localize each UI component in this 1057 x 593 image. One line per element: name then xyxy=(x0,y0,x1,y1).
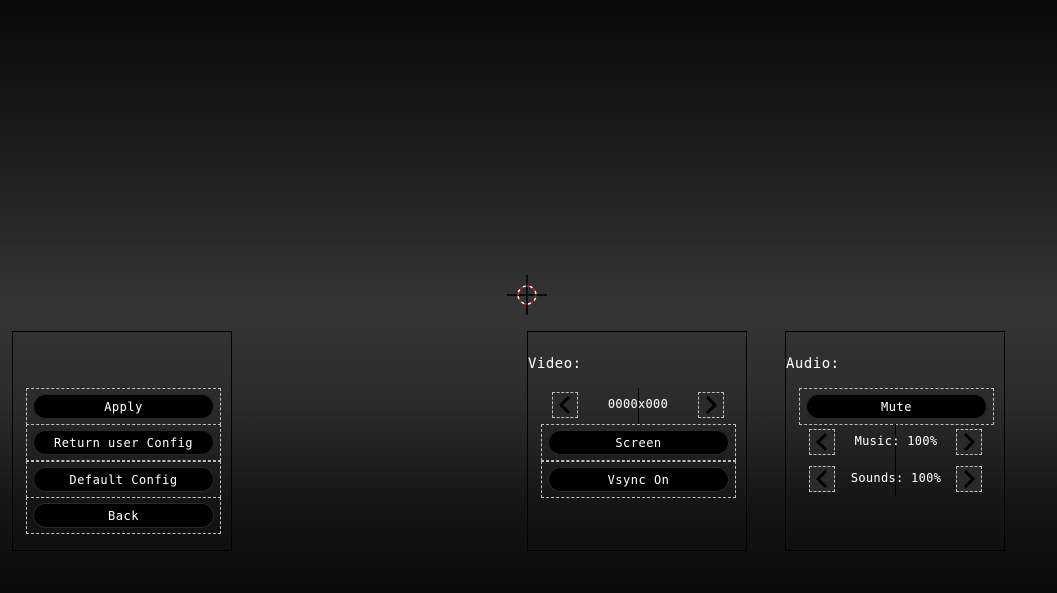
crosshair-icon xyxy=(507,275,547,315)
audio-title: Audio: xyxy=(786,356,840,372)
chevron-right-icon xyxy=(705,395,718,415)
chevron-right-icon xyxy=(963,469,976,489)
chevron-left-icon xyxy=(558,395,571,415)
resolution-prev-button[interactable] xyxy=(552,392,578,418)
config-panel: Apply Return user Config Default Config … xyxy=(12,331,232,551)
mute-row: Mute xyxy=(799,388,994,425)
back-row: Back xyxy=(26,497,221,534)
music-down-button[interactable] xyxy=(809,429,835,455)
audio-panel: Audio: Mute Music: 100% Sounds: 100% xyxy=(785,331,1005,551)
apply-row: Apply xyxy=(26,388,221,425)
screen-mode-button[interactable]: Screen xyxy=(548,430,729,455)
chevron-left-icon xyxy=(815,469,828,489)
mute-button[interactable]: Mute xyxy=(806,394,987,419)
sounds-up-button[interactable] xyxy=(956,466,982,492)
default-config-button[interactable]: Default Config xyxy=(33,467,214,492)
apply-button[interactable]: Apply xyxy=(33,394,214,419)
back-button[interactable]: Back xyxy=(33,503,214,528)
sounds-down-button[interactable] xyxy=(809,466,835,492)
vsync-toggle-button[interactable]: Vsync On xyxy=(548,467,729,492)
music-volume-label: Music: 100% xyxy=(854,434,938,448)
vsync-row: Vsync On xyxy=(541,461,736,498)
return-user-config-button[interactable]: Return user Config xyxy=(33,430,214,455)
return-config-row: Return user Config xyxy=(26,424,221,461)
resolution-value: 0000x000 xyxy=(607,397,669,411)
chevron-left-icon xyxy=(815,432,828,452)
video-panel: Video: 0000x000 Screen Vsync On xyxy=(527,331,747,551)
default-config-row: Default Config xyxy=(26,461,221,498)
music-up-button[interactable] xyxy=(956,429,982,455)
screen-row: Screen xyxy=(541,424,736,461)
resolution-next-button[interactable] xyxy=(698,392,724,418)
chevron-right-icon xyxy=(963,432,976,452)
sounds-volume-label: Sounds: 100% xyxy=(850,471,942,485)
video-title: Video: xyxy=(528,356,582,372)
